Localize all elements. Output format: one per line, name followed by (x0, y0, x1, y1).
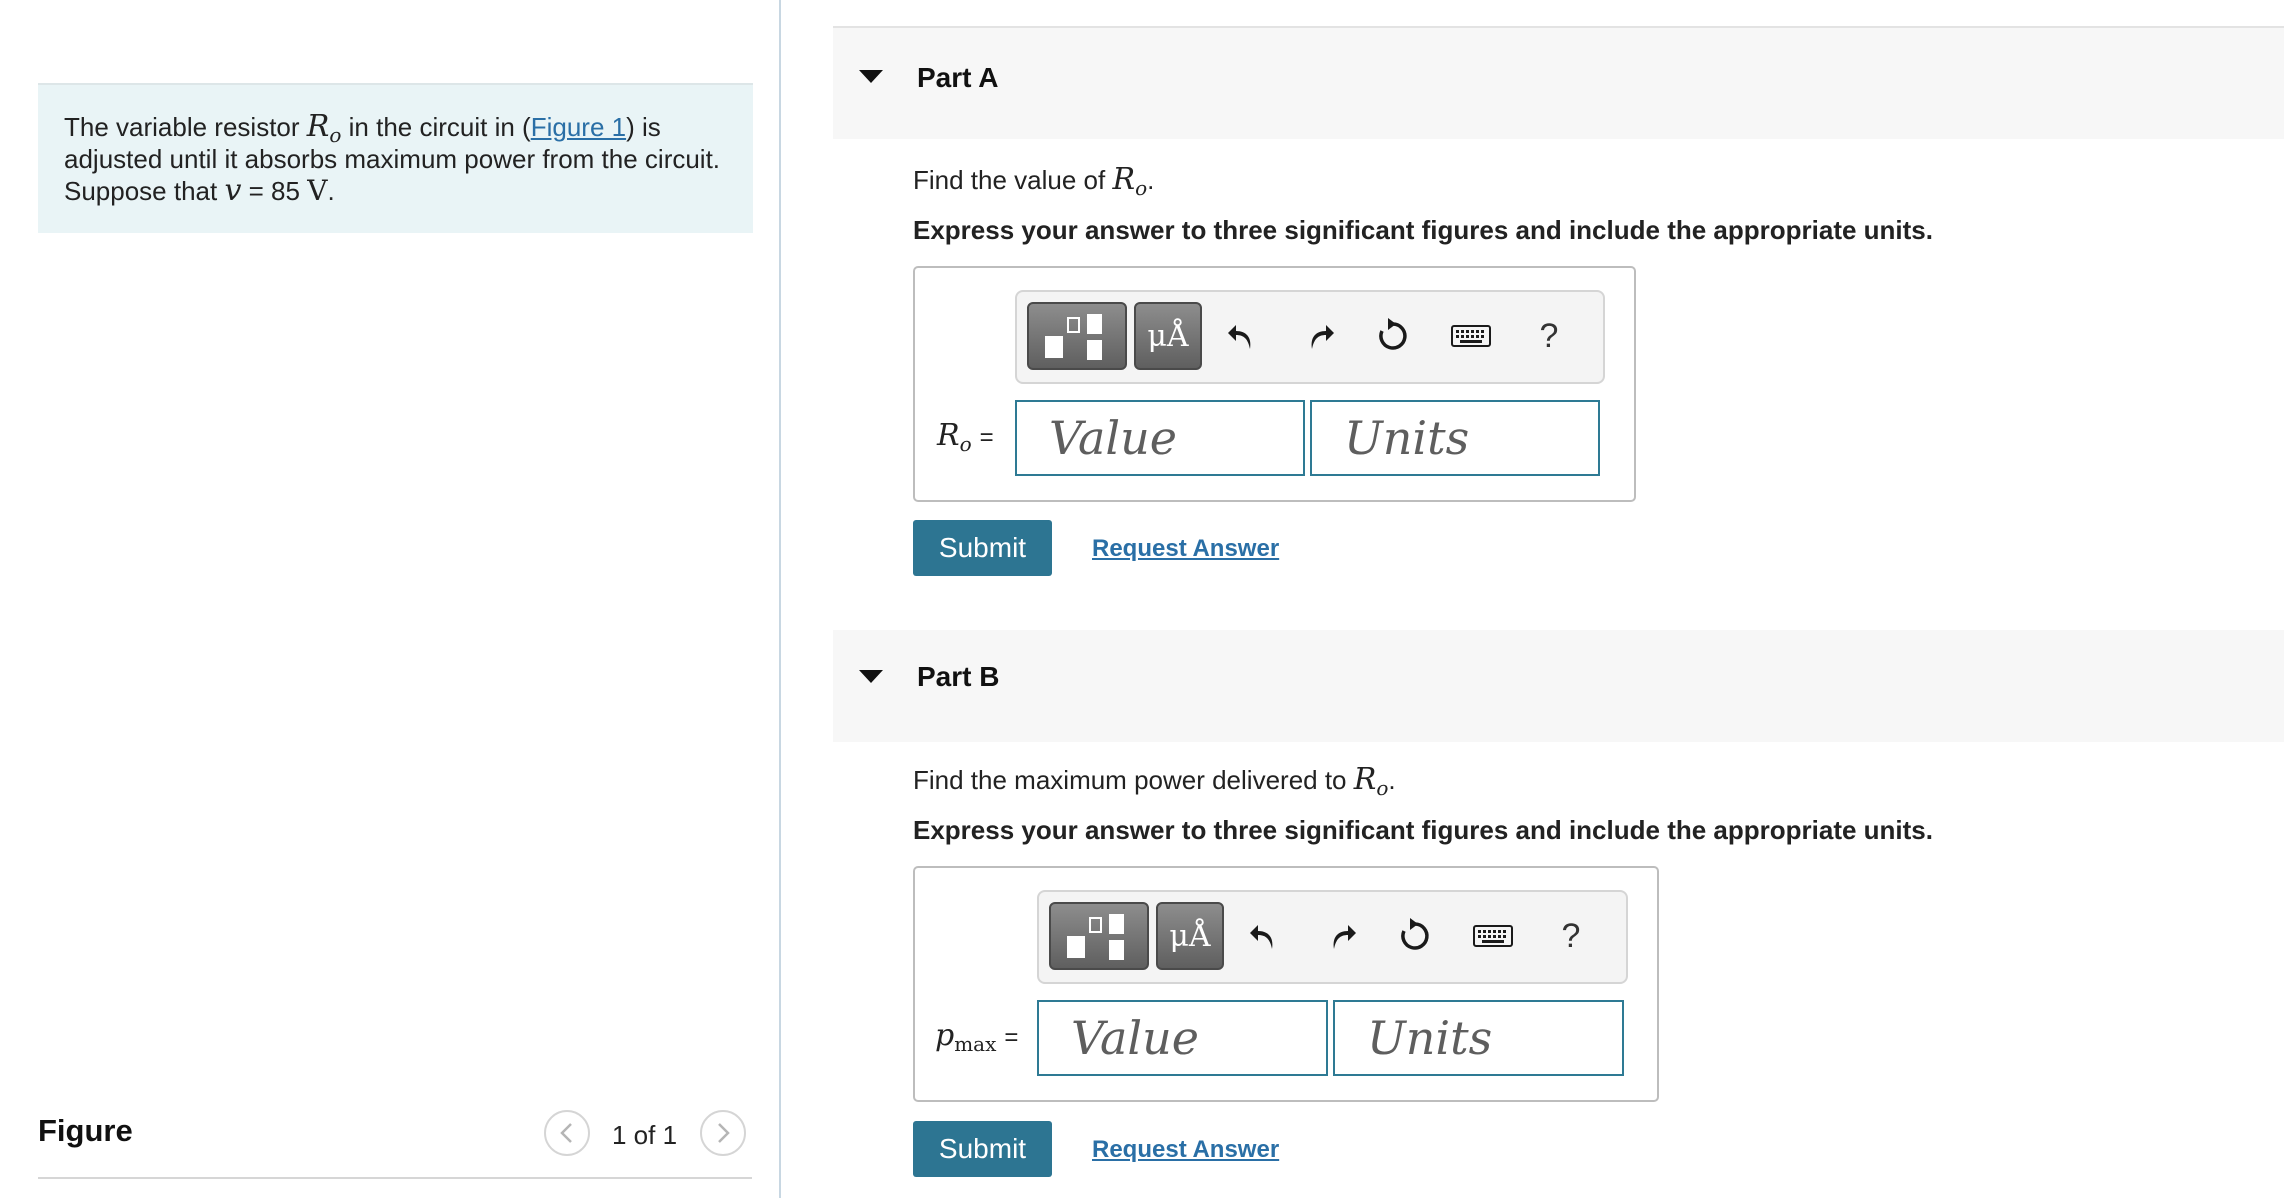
part-b-question-symbol: Ro (1353, 762, 1389, 800)
panel-divider (779, 0, 781, 1198)
help-button[interactable]: ? (1527, 314, 1571, 358)
keyboard-icon (1451, 325, 1491, 347)
part-a-question-symbol-sub: o (1135, 176, 1148, 200)
part-b-math-toolbar: μÅ ? (1037, 890, 1628, 984)
part-a-question-suffix: . (1147, 165, 1155, 195)
keyboard-button[interactable] (1447, 314, 1495, 358)
resistor-symbol: Ro (306, 109, 342, 146)
reset-icon (1379, 318, 1407, 350)
part-a-variable-label: Ro = (937, 418, 994, 456)
voltage-symbol: v (224, 173, 242, 208)
next-figure-button[interactable] (700, 1110, 746, 1156)
caret-down-icon (859, 70, 883, 83)
units-button[interactable]: μÅ (1134, 302, 1202, 370)
undo-button[interactable] (1221, 314, 1265, 358)
redo-icon (1311, 325, 1334, 349)
part-a-variable-sub: o (959, 432, 972, 456)
units-icon: μÅ (1147, 318, 1189, 354)
part-b-value-input[interactable]: Value (1037, 1000, 1328, 1076)
undo-icon (1250, 925, 1273, 949)
chevron-left-icon (560, 1123, 572, 1143)
problem-text-mid: in the circuit in ( (341, 112, 531, 142)
previous-figure-button[interactable] (544, 1110, 590, 1156)
problem-statement: The variable resistor Ro in the circuit … (38, 83, 753, 233)
units-icon: μÅ (1169, 918, 1211, 954)
part-b-units-input[interactable]: Units (1333, 1000, 1624, 1076)
part-a-question-symbol-letter: R (1112, 162, 1136, 197)
part-a-variable-symbol: R (937, 418, 960, 453)
problem-panel: The variable resistor Ro in the circuit … (0, 0, 779, 1198)
templates-icon (1045, 314, 1102, 360)
problem-intro: The variable resistor (64, 112, 307, 142)
part-a-equals: = (979, 424, 994, 451)
part-a-submit-button[interactable]: Submit (913, 520, 1052, 576)
keyboard-button[interactable] (1469, 914, 1517, 958)
redo-button[interactable] (1297, 314, 1341, 358)
part-a-value-input[interactable]: Value (1015, 400, 1305, 476)
part-a-question-symbol: Ro (1112, 162, 1148, 200)
figure-pager-text: 1 of 1 (612, 1120, 678, 1150)
part-b-header[interactable]: Part B (833, 630, 2284, 742)
figure-title: Figure (38, 1113, 133, 1148)
part-a-question-text: Find the value of (913, 165, 1113, 195)
part-b-question-text: Find the maximum power delivered to (913, 765, 1354, 795)
part-b-equals: = (1004, 1024, 1019, 1051)
help-icon: ? (1539, 316, 1559, 355)
part-a-title: Part A (917, 62, 999, 93)
templates-button[interactable] (1049, 902, 1149, 970)
voltage-equals: = 85 (241, 176, 308, 206)
part-b-answer-box: μÅ ? pmax = Value Units (913, 866, 1659, 1102)
part-a-header[interactable]: Part A (833, 26, 2284, 139)
part-a-math-toolbar: μÅ ? (1015, 290, 1605, 384)
part-b-variable-symbol: p (935, 1018, 955, 1053)
part-b-variable-sub: max (954, 1032, 997, 1056)
chevron-right-icon (718, 1123, 730, 1143)
undo-icon (1228, 325, 1251, 349)
reset-button[interactable] (1393, 914, 1437, 958)
part-b-question-symbol-sub: o (1376, 776, 1389, 800)
reset-icon (1401, 918, 1429, 950)
part-b-question-symbol-letter: R (1353, 762, 1377, 797)
part-b-submit-button[interactable]: Submit (913, 1121, 1052, 1177)
part-b-request-answer-link[interactable]: Request Answer (1092, 1136, 1279, 1164)
help-button[interactable]: ? (1549, 914, 1593, 958)
reset-button[interactable] (1371, 314, 1415, 358)
part-b-question: Find the maximum power delivered to Ro. (913, 762, 1396, 800)
voltage-unit: V (307, 174, 328, 207)
templates-button[interactable] (1027, 302, 1127, 370)
resistor-symbol-letter: R (306, 109, 330, 144)
part-a-answer-box: μÅ ? Ro = Value Units (913, 266, 1636, 502)
figure-navigation: Figure 1 of 1 (38, 1105, 752, 1179)
part-a-units-input[interactable]: Units (1310, 400, 1600, 476)
templates-icon (1067, 914, 1124, 960)
redo-icon (1333, 925, 1356, 949)
units-button[interactable]: μÅ (1156, 902, 1224, 970)
part-b-question-suffix: . (1388, 765, 1396, 795)
part-b-variable-label: pmax = (935, 1018, 1019, 1056)
part-b-instruction: Express your answer to three significant… (913, 815, 1933, 845)
part-b-title: Part B (917, 661, 1000, 692)
part-a-question: Find the value of Ro. (913, 162, 1155, 200)
undo-button[interactable] (1243, 914, 1287, 958)
caret-down-icon (859, 670, 883, 683)
redo-button[interactable] (1319, 914, 1363, 958)
help-icon: ? (1561, 916, 1581, 955)
figure-link[interactable]: Figure 1 (531, 112, 626, 142)
problem-end: . (327, 176, 335, 206)
keyboard-icon (1473, 925, 1513, 947)
part-a-request-answer-link[interactable]: Request Answer (1092, 535, 1279, 563)
part-a-instruction: Express your answer to three significant… (913, 215, 1933, 245)
